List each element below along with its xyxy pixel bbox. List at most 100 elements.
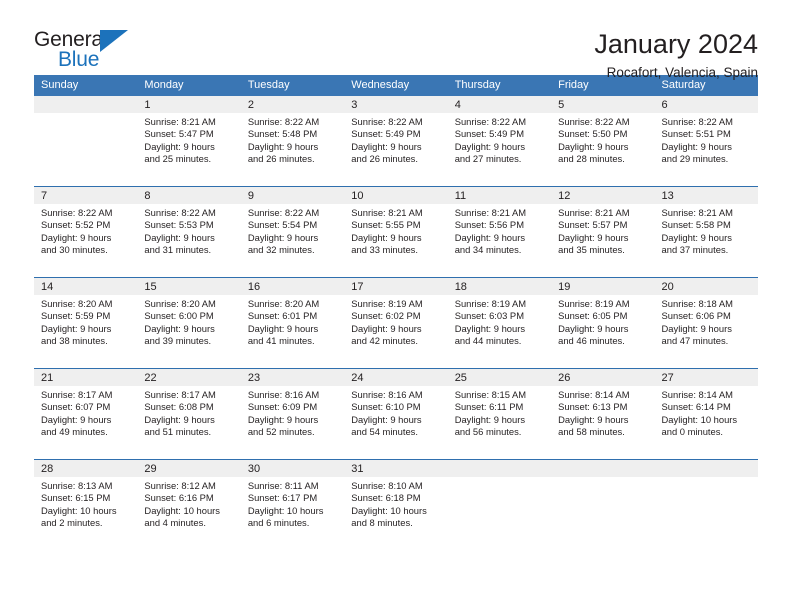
calendar-day-cell[interactable]: 11 Sunrise: 8:21 AM Sunset: 5:56 PM Dayligh… [447, 186, 552, 278]
calendar-day-cell[interactable]: 23 Sunrise: 8:16 AM Sunset: 6:09 PM Dayligh… [240, 368, 345, 460]
day-number: 6 [654, 96, 758, 113]
sunset-text: Sunset: 5:57 PM [558, 219, 628, 231]
daylight-text-line2: and 0 minutes. [661, 426, 724, 438]
sunset-text: Sunset: 6:18 PM [351, 492, 421, 504]
daylight-text-line1: Daylight: 9 hours [558, 322, 629, 334]
daylight-text-line2: and 42 minutes. [351, 335, 418, 347]
sunset-text: Sunset: 6:14 PM [661, 401, 731, 413]
sunrise-text: Sunrise: 8:20 AM [144, 298, 216, 309]
calendar-day-cell[interactable]: 25 Sunrise: 8:15 AM Sunset: 6:11 PM Dayligh… [447, 368, 552, 460]
calendar-day-cell[interactable]: 12 Sunrise: 8:21 AM Sunset: 5:57 PM Dayligh… [551, 186, 655, 278]
calendar-day-cell[interactable]: 24 Sunrise: 8:16 AM Sunset: 6:10 PM Dayligh… [344, 368, 448, 460]
daylight-text-line2: and 47 minutes. [661, 335, 729, 347]
day-cell-content: 4 Sunrise: 8:22 AM Sunset: 5:49 PM Daylight… [447, 96, 552, 186]
daylight-text-line2: and 26 minutes. [247, 153, 315, 165]
calendar-day-cell[interactable]: 14 Sunrise: 8:20 AM Sunset: 5:59 PM Dayligh… [34, 277, 138, 369]
calendar-day-cell[interactable]: 2 Sunrise: 8:22 AM Sunset: 5:48 PM Daylight… [240, 96, 345, 187]
calendar-day-cell[interactable]: 16 Sunrise: 8:20 AM Sunset: 6:01 PM Dayligh… [240, 277, 345, 369]
day-cell-content: 3 Sunrise: 8:22 AM Sunset: 5:49 PM Daylight… [344, 96, 448, 186]
calendar-day-cell[interactable]: 4 Sunrise: 8:22 AM Sunset: 5:49 PM Daylight… [447, 96, 552, 187]
sunrise-text: Sunrise: 8:15 AM [454, 389, 527, 400]
calendar-day-cell[interactable]: 10 Sunrise: 8:21 AM Sunset: 5:55 PM Dayligh… [344, 186, 448, 278]
calendar-day-cell[interactable]: 8 Sunrise: 8:22 AM Sunset: 5:53 PM Daylight… [137, 186, 241, 278]
calendar-day-cell[interactable]: 28 Sunrise: 8:13 AM Sunset: 6:15 PM Dayligh… [34, 459, 138, 550]
calendar-day-cell[interactable]: 22 Sunrise: 8:17 AM Sunset: 6:08 PM Dayligh… [137, 368, 241, 460]
sunset-text: Sunset: 6:16 PM [144, 492, 214, 504]
day-details: Sunrise: 8:22 AM Sunset: 5:51 PM Daylight:… [655, 113, 758, 166]
daylight-text-line2: and 38 minutes. [41, 335, 108, 347]
day-number [654, 460, 758, 477]
calendar-day-cell[interactable]: 6 Sunrise: 8:22 AM Sunset: 5:51 PM Daylight… [654, 96, 758, 187]
sunset-text: Sunset: 5:55 PM [351, 219, 421, 231]
sunrise-text: Sunrise: 8:22 AM [41, 207, 113, 218]
calendar-page: General Blue January 2024 Rocafort, Vale… [0, 0, 792, 612]
calendar-empty-cell [447, 459, 552, 550]
daylight-text-line2: and 37 minutes. [661, 244, 729, 256]
day-cell-content: 9 Sunrise: 8:22 AM Sunset: 5:54 PM Daylight… [240, 187, 345, 277]
day-cell-content: 26 Sunrise: 8:14 AM Sunset: 6:13 PM Dayligh… [551, 369, 655, 459]
calendar-empty-cell [551, 459, 655, 550]
calendar-day-cell[interactable]: 19 Sunrise: 8:19 AM Sunset: 6:05 PM Dayligh… [551, 277, 655, 369]
sunset-text: Sunset: 6:03 PM [454, 310, 524, 322]
sunrise-text: Sunrise: 8:11 AM [247, 480, 319, 491]
calendar-day-cell[interactable]: 20 Sunrise: 8:18 AM Sunset: 6:06 PM Dayligh… [654, 277, 758, 369]
calendar-day-cell[interactable]: 1 Sunrise: 8:21 AM Sunset: 5:47 PM Daylight… [137, 96, 241, 187]
day-cell-content: 1 Sunrise: 8:21 AM Sunset: 5:47 PM Daylight… [137, 96, 241, 186]
sunrise-text: Sunrise: 8:21 AM [661, 207, 733, 218]
calendar-day-cell[interactable]: 3 Sunrise: 8:22 AM Sunset: 5:49 PM Daylight… [344, 96, 448, 187]
sunset-text: Sunset: 5:58 PM [661, 219, 731, 231]
day-number: 31 [344, 460, 448, 477]
sunset-text: Sunset: 5:49 PM [454, 128, 524, 140]
calendar-day-cell[interactable]: 21 Sunrise: 8:17 AM Sunset: 6:07 PM Dayligh… [34, 368, 138, 460]
day-cell-content: 7 Sunrise: 8:22 AM Sunset: 5:52 PM Daylight… [34, 187, 138, 277]
day-details: Sunrise: 8:19 AM Sunset: 6:05 PM Daylight:… [551, 295, 654, 348]
day-number: 13 [654, 187, 758, 204]
calendar-day-cell[interactable]: 26 Sunrise: 8:14 AM Sunset: 6:13 PM Dayligh… [551, 368, 655, 460]
daylight-text-line1: Daylight: 9 hours [661, 140, 732, 152]
calendar-day-cell[interactable]: 31 Sunrise: 8:10 AM Sunset: 6:18 PM Dayligh… [344, 459, 448, 550]
day-details: Sunrise: 8:15 AM Sunset: 6:11 PM Daylight:… [448, 386, 551, 439]
day-details: Sunrise: 8:19 AM Sunset: 6:03 PM Daylight:… [448, 295, 551, 348]
day-details: Sunrise: 8:20 AM Sunset: 6:00 PM Daylight:… [137, 295, 240, 348]
daylight-text-line1: Daylight: 9 hours [144, 413, 215, 425]
calendar-day-cell[interactable]: 9 Sunrise: 8:22 AM Sunset: 5:54 PM Daylight… [240, 186, 345, 278]
sunset-text: Sunset: 6:05 PM [558, 310, 628, 322]
calendar-day-cell[interactable]: 30 Sunrise: 8:11 AM Sunset: 6:17 PM Dayligh… [240, 459, 345, 550]
day-number: 17 [344, 278, 448, 295]
daylight-text-line2: and 49 minutes. [41, 426, 108, 438]
day-number: 28 [34, 460, 138, 477]
daylight-text-line1: Daylight: 10 hours [41, 504, 117, 516]
calendar-day-cell[interactable]: 15 Sunrise: 8:20 AM Sunset: 6:00 PM Dayligh… [137, 277, 241, 369]
day-cell-content: 13 Sunrise: 8:21 AM Sunset: 5:58 PM Dayligh… [654, 187, 758, 277]
day-number: 10 [344, 187, 448, 204]
sunset-text: Sunset: 5:54 PM [247, 219, 318, 231]
day-number: 30 [240, 460, 345, 477]
calendar-day-cell[interactable]: 29 Sunrise: 8:12 AM Sunset: 6:16 PM Dayligh… [137, 459, 241, 550]
daylight-text-line1: Daylight: 9 hours [454, 231, 526, 243]
calendar-day-cell[interactable]: 17 Sunrise: 8:19 AM Sunset: 6:02 PM Dayligh… [344, 277, 448, 369]
day-cell-content: 15 Sunrise: 8:20 AM Sunset: 6:00 PM Dayligh… [137, 278, 241, 368]
calendar-day-cell[interactable]: 18 Sunrise: 8:19 AM Sunset: 6:03 PM Dayligh… [447, 277, 552, 369]
day-cell-content: 19 Sunrise: 8:19 AM Sunset: 6:05 PM Dayligh… [551, 278, 655, 368]
day-details: Sunrise: 8:21 AM Sunset: 5:56 PM Daylight:… [448, 204, 551, 257]
day-cell-content: 24 Sunrise: 8:16 AM Sunset: 6:10 PM Dayligh… [344, 369, 448, 459]
day-cell-content: 6 Sunrise: 8:22 AM Sunset: 5:51 PM Daylight… [654, 96, 758, 186]
daylight-text-line1: Daylight: 9 hours [247, 231, 319, 243]
calendar-day-cell[interactable]: 7 Sunrise: 8:22 AM Sunset: 5:52 PM Daylight… [34, 186, 138, 278]
sunrise-text: Sunrise: 8:21 AM [454, 207, 527, 218]
daylight-text-line1: Daylight: 9 hours [558, 231, 629, 243]
calendar-day-cell[interactable]: 13 Sunrise: 8:21 AM Sunset: 5:58 PM Dayligh… [654, 186, 758, 278]
sunrise-text: Sunrise: 8:16 AM [351, 389, 423, 400]
day-cell-content: 12 Sunrise: 8:21 AM Sunset: 5:57 PM Dayligh… [551, 187, 655, 277]
day-number: 2 [240, 96, 345, 113]
calendar-week-row: 14 Sunrise: 8:20 AM Sunset: 5:59 PM Dayligh… [34, 277, 758, 369]
sunset-text: Sunset: 5:53 PM [144, 219, 214, 231]
sunrise-text: Sunrise: 8:21 AM [558, 207, 630, 218]
daylight-text-line2: and 34 minutes. [454, 244, 522, 256]
day-cell-content [34, 96, 138, 186]
daylight-text-line2: and 27 minutes. [454, 153, 522, 165]
calendar-day-cell[interactable]: 27 Sunrise: 8:14 AM Sunset: 6:14 PM Dayligh… [654, 368, 758, 460]
sunset-text: Sunset: 6:09 PM [247, 401, 318, 413]
calendar-day-cell[interactable]: 5 Sunrise: 8:22 AM Sunset: 5:50 PM Daylight… [551, 96, 655, 187]
day-details: Sunrise: 8:22 AM Sunset: 5:52 PM Daylight:… [34, 204, 137, 257]
